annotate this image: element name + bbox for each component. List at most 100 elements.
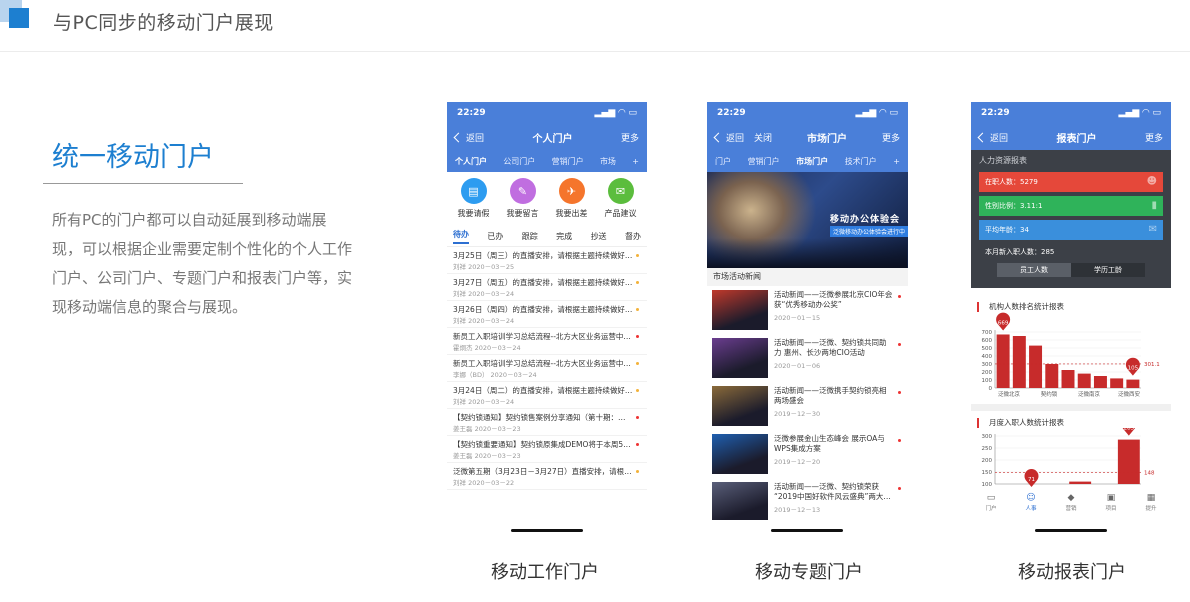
chart1-title: 机构人数排名统计报表 bbox=[977, 302, 1171, 312]
close-button[interactable]: 关闭 bbox=[754, 131, 772, 144]
task-tabs: 待办 已办 跟踪 完成 抄送 督办 bbox=[447, 227, 647, 247]
phone-work-portal: 22:29 ▂▄▆ ◠ ▭ 返回 个人门户 更多 个人门户 公司门户 营销门户 … bbox=[447, 102, 647, 520]
tab-done[interactable]: 已办 bbox=[487, 231, 503, 242]
average-label: 301.1 bbox=[1144, 362, 1160, 368]
portal-tabs: 门户 营销门户 市场门户 技术门户 + bbox=[707, 150, 908, 172]
bar bbox=[1126, 379, 1140, 388]
news-item[interactable]: 泛微参展金山生态峰会 展示OA与WPS集成方案 2019－12－20 bbox=[707, 430, 908, 478]
news-list: 活动新闻——泛微参展北京CIO年会 获“优秀移动办公奖” 2020－01－15 活动… bbox=[707, 286, 908, 520]
tab-tech[interactable]: 技术门户 bbox=[845, 156, 877, 167]
todo-item[interactable]: 泛微第五期（3月23日－3月27日）直播安排，请根… 刘祥 2020－03－22 bbox=[447, 463, 647, 490]
back-button[interactable]: 返回 关闭 bbox=[713, 131, 772, 144]
tab-portal[interactable]: 门户 bbox=[715, 156, 731, 167]
tab-marketing[interactable]: 营销门户 bbox=[748, 156, 780, 167]
tab-market[interactable]: 市场 bbox=[600, 156, 616, 167]
portal-tabs: 个人门户 公司门户 营销门户 市场 + bbox=[447, 150, 647, 172]
briefcase-icon: ▦ bbox=[1146, 493, 1156, 503]
todo-meta: 刘祥 2020－03－24 bbox=[453, 317, 515, 325]
add-tab-button[interactable]: + bbox=[893, 157, 900, 166]
chevron-left-icon bbox=[713, 132, 724, 142]
hr-report-panel: 人力资源报表 在职人数：5279 ☻ 性别比例：3.11:1 ▮ 平均年龄：34 ✉ … bbox=[971, 150, 1171, 288]
toggle-education[interactable]: 学历工龄 bbox=[1071, 263, 1145, 277]
phone-topic-portal: 22:29 ▂▄▆ ◠ ▭ 返回 关闭 市场门户 更多 门户 营销门户 市场门户 … bbox=[707, 102, 908, 520]
nav-title: 个人门户 bbox=[532, 133, 573, 145]
intro-title: 统一移动门户 bbox=[52, 142, 214, 173]
bar bbox=[1061, 370, 1075, 388]
stat-gender-ratio[interactable]: 性别比例：3.11:1 ▮ bbox=[979, 196, 1163, 216]
tab-todo[interactable]: 待办 bbox=[453, 229, 469, 244]
bar bbox=[1077, 373, 1091, 388]
mail-icon: ✉ bbox=[1148, 224, 1157, 235]
news-thumbnail bbox=[712, 434, 768, 474]
todo-meta: 刘祥 2020－03－24 bbox=[453, 290, 515, 298]
tabbar-item-project[interactable]: ▣ 项目 bbox=[1105, 492, 1116, 516]
news-item[interactable]: 活动新闻——泛微、契约锁共同助力 惠州、长沙两地CIO活动 2020－01－06 bbox=[707, 334, 908, 382]
tabbar-item-hr[interactable]: ☺ 人事 bbox=[1025, 492, 1036, 516]
nav-title: 报表门户 bbox=[1056, 133, 1097, 145]
todo-item[interactable]: 3月27日（周五）的直播安排，请根据主题持续做好… 刘祥 2020－03－24 bbox=[447, 274, 647, 301]
todo-meta: 李娜（BD） 2020－03－24 bbox=[453, 371, 537, 379]
tab-marketing[interactable]: 营销门户 bbox=[552, 156, 584, 167]
back-button[interactable]: 返回 bbox=[977, 131, 1008, 144]
more-button[interactable]: 更多 bbox=[1145, 131, 1163, 144]
quick-action-trip[interactable]: ✈ 我要出差 bbox=[547, 178, 596, 219]
phone3-header: 22:29 ▂▄▆ ◠ ▭ 返回 报表门户 更多 bbox=[971, 102, 1171, 150]
news-item[interactable]: 活动新闻——泛微携手契约锁亮相两场盛会 2019－12－30 bbox=[707, 382, 908, 430]
tabbar-item-improve[interactable]: ▦ 提升 bbox=[1145, 492, 1156, 516]
hr-report-header: 人力资源报表 bbox=[979, 156, 1027, 165]
quick-action-feedback[interactable]: ✉ 产品建议 bbox=[596, 178, 645, 219]
tab-personal[interactable]: 个人门户 bbox=[455, 156, 487, 167]
tab-market[interactable]: 市场门户 bbox=[796, 156, 828, 167]
tabbar-item-portal[interactable]: ▭ 门户 bbox=[985, 492, 996, 516]
more-button[interactable]: 更多 bbox=[882, 131, 900, 144]
home-indicator bbox=[771, 529, 843, 532]
todo-item[interactable]: 【契约锁重要通知】契约锁原集成DEMO将于本周5… 姜王磊 2020－03－23 bbox=[447, 436, 647, 463]
todo-title: 【契约锁重要通知】契约锁原集成DEMO将于本周5… bbox=[453, 440, 631, 449]
intro-divider bbox=[43, 183, 243, 184]
tab-complete[interactable]: 完成 bbox=[556, 231, 572, 242]
min-marker-label: 71 bbox=[1028, 477, 1035, 483]
stat-avg-age[interactable]: 平均年龄：34 ✉ bbox=[979, 220, 1163, 240]
news-item[interactable]: 活动新闻——泛微参展北京CIO年会 获“优秀移动办公奖” 2020－01－15 bbox=[707, 286, 908, 334]
status-time: 22:29 bbox=[457, 108, 486, 118]
event-banner[interactable]: 移动办公体验会 泛微移动办公体验会进行中 bbox=[707, 172, 908, 268]
tabbar-item-marketing[interactable]: ◆ 营销 bbox=[1065, 492, 1076, 516]
bar bbox=[1069, 481, 1092, 484]
status-icons: ▂▄▆ ◠ ▭ bbox=[855, 108, 898, 118]
phone2-header: 22:29 ▂▄▆ ◠ ▭ 返回 关闭 市场门户 更多 门户 营销门户 市场门户 … bbox=[707, 102, 908, 172]
todo-meta: 刘祥 2020－03－25 bbox=[453, 263, 515, 271]
tab-track[interactable]: 跟踪 bbox=[522, 231, 538, 242]
tab-cc[interactable]: 抄送 bbox=[591, 231, 607, 242]
todo-item[interactable]: 3月25日（周三）的直播安排，请根据主题持续做好… 刘祥 2020－03－25 bbox=[447, 247, 647, 274]
add-tab-button[interactable]: + bbox=[632, 157, 639, 166]
status-dot bbox=[636, 335, 639, 338]
more-button[interactable]: 更多 bbox=[621, 131, 639, 144]
news-thumbnail bbox=[712, 482, 768, 520]
todo-meta: 姜王磊 2020－03－23 bbox=[453, 425, 521, 433]
unread-dot bbox=[898, 343, 901, 346]
status-bar: 22:29 ▂▄▆ ◠ ▭ bbox=[971, 102, 1171, 124]
news-item[interactable]: 活动新闻——泛微、契约锁荣获 “2019中国好软件风云盛典”两大… 2019－12… bbox=[707, 478, 908, 520]
tab-company[interactable]: 公司门户 bbox=[503, 156, 535, 167]
news-thumbnail bbox=[712, 338, 768, 378]
quick-action-leave[interactable]: ▤ 我要请假 bbox=[449, 178, 498, 219]
todo-title: 3月26日（周四）的直播安排，请根据主题持续做好… bbox=[453, 305, 633, 314]
quick-action-message[interactable]: ✎ 我要留言 bbox=[498, 178, 547, 219]
x-tick-label: 泛微北京 bbox=[998, 390, 1021, 398]
todo-meta: 刘祥 2020－03－24 bbox=[453, 398, 515, 406]
bottom-tab-bar: ▭ 门户 ☺ 人事 ◆ 营销 ▣ 项目 ▦ 提升 bbox=[971, 492, 1171, 516]
users-icon: ☺ bbox=[1026, 493, 1036, 503]
todo-item[interactable]: 新员工入职培训学习总结流程--北方大区业务运营中… 李娜（BD） 2020－03－… bbox=[447, 355, 647, 382]
todo-item[interactable]: 新员工入职培训学习总结流程--北方大区业务运营中… 霍炯杰 2020－03－24 bbox=[447, 328, 647, 355]
todo-item[interactable]: 【契约锁通知】契约锁售案例分享通知（第十期：… 姜王磊 2020－03－23 bbox=[447, 409, 647, 436]
banner-title: 移动办公体验会 bbox=[830, 215, 901, 225]
news-thumbnail bbox=[712, 386, 768, 426]
todo-item[interactable]: 3月24日（周二）的直播安排，请根据主题持续做好… 刘祥 2020－03－24 bbox=[447, 382, 647, 409]
toggle-headcount[interactable]: 员工人数 bbox=[997, 263, 1071, 277]
back-button[interactable]: 返回 bbox=[453, 131, 484, 144]
todo-item[interactable]: 3月26日（周四）的直播安排，请根据主题持续做好… 刘祥 2020－03－24 bbox=[447, 301, 647, 328]
min-marker-label: 105 bbox=[1128, 366, 1139, 372]
section-header: 市场活动新闻 bbox=[707, 268, 908, 286]
tab-supervise[interactable]: 督办 bbox=[625, 231, 641, 242]
stat-employees[interactable]: 在职人数：5279 ☻ bbox=[979, 172, 1163, 192]
